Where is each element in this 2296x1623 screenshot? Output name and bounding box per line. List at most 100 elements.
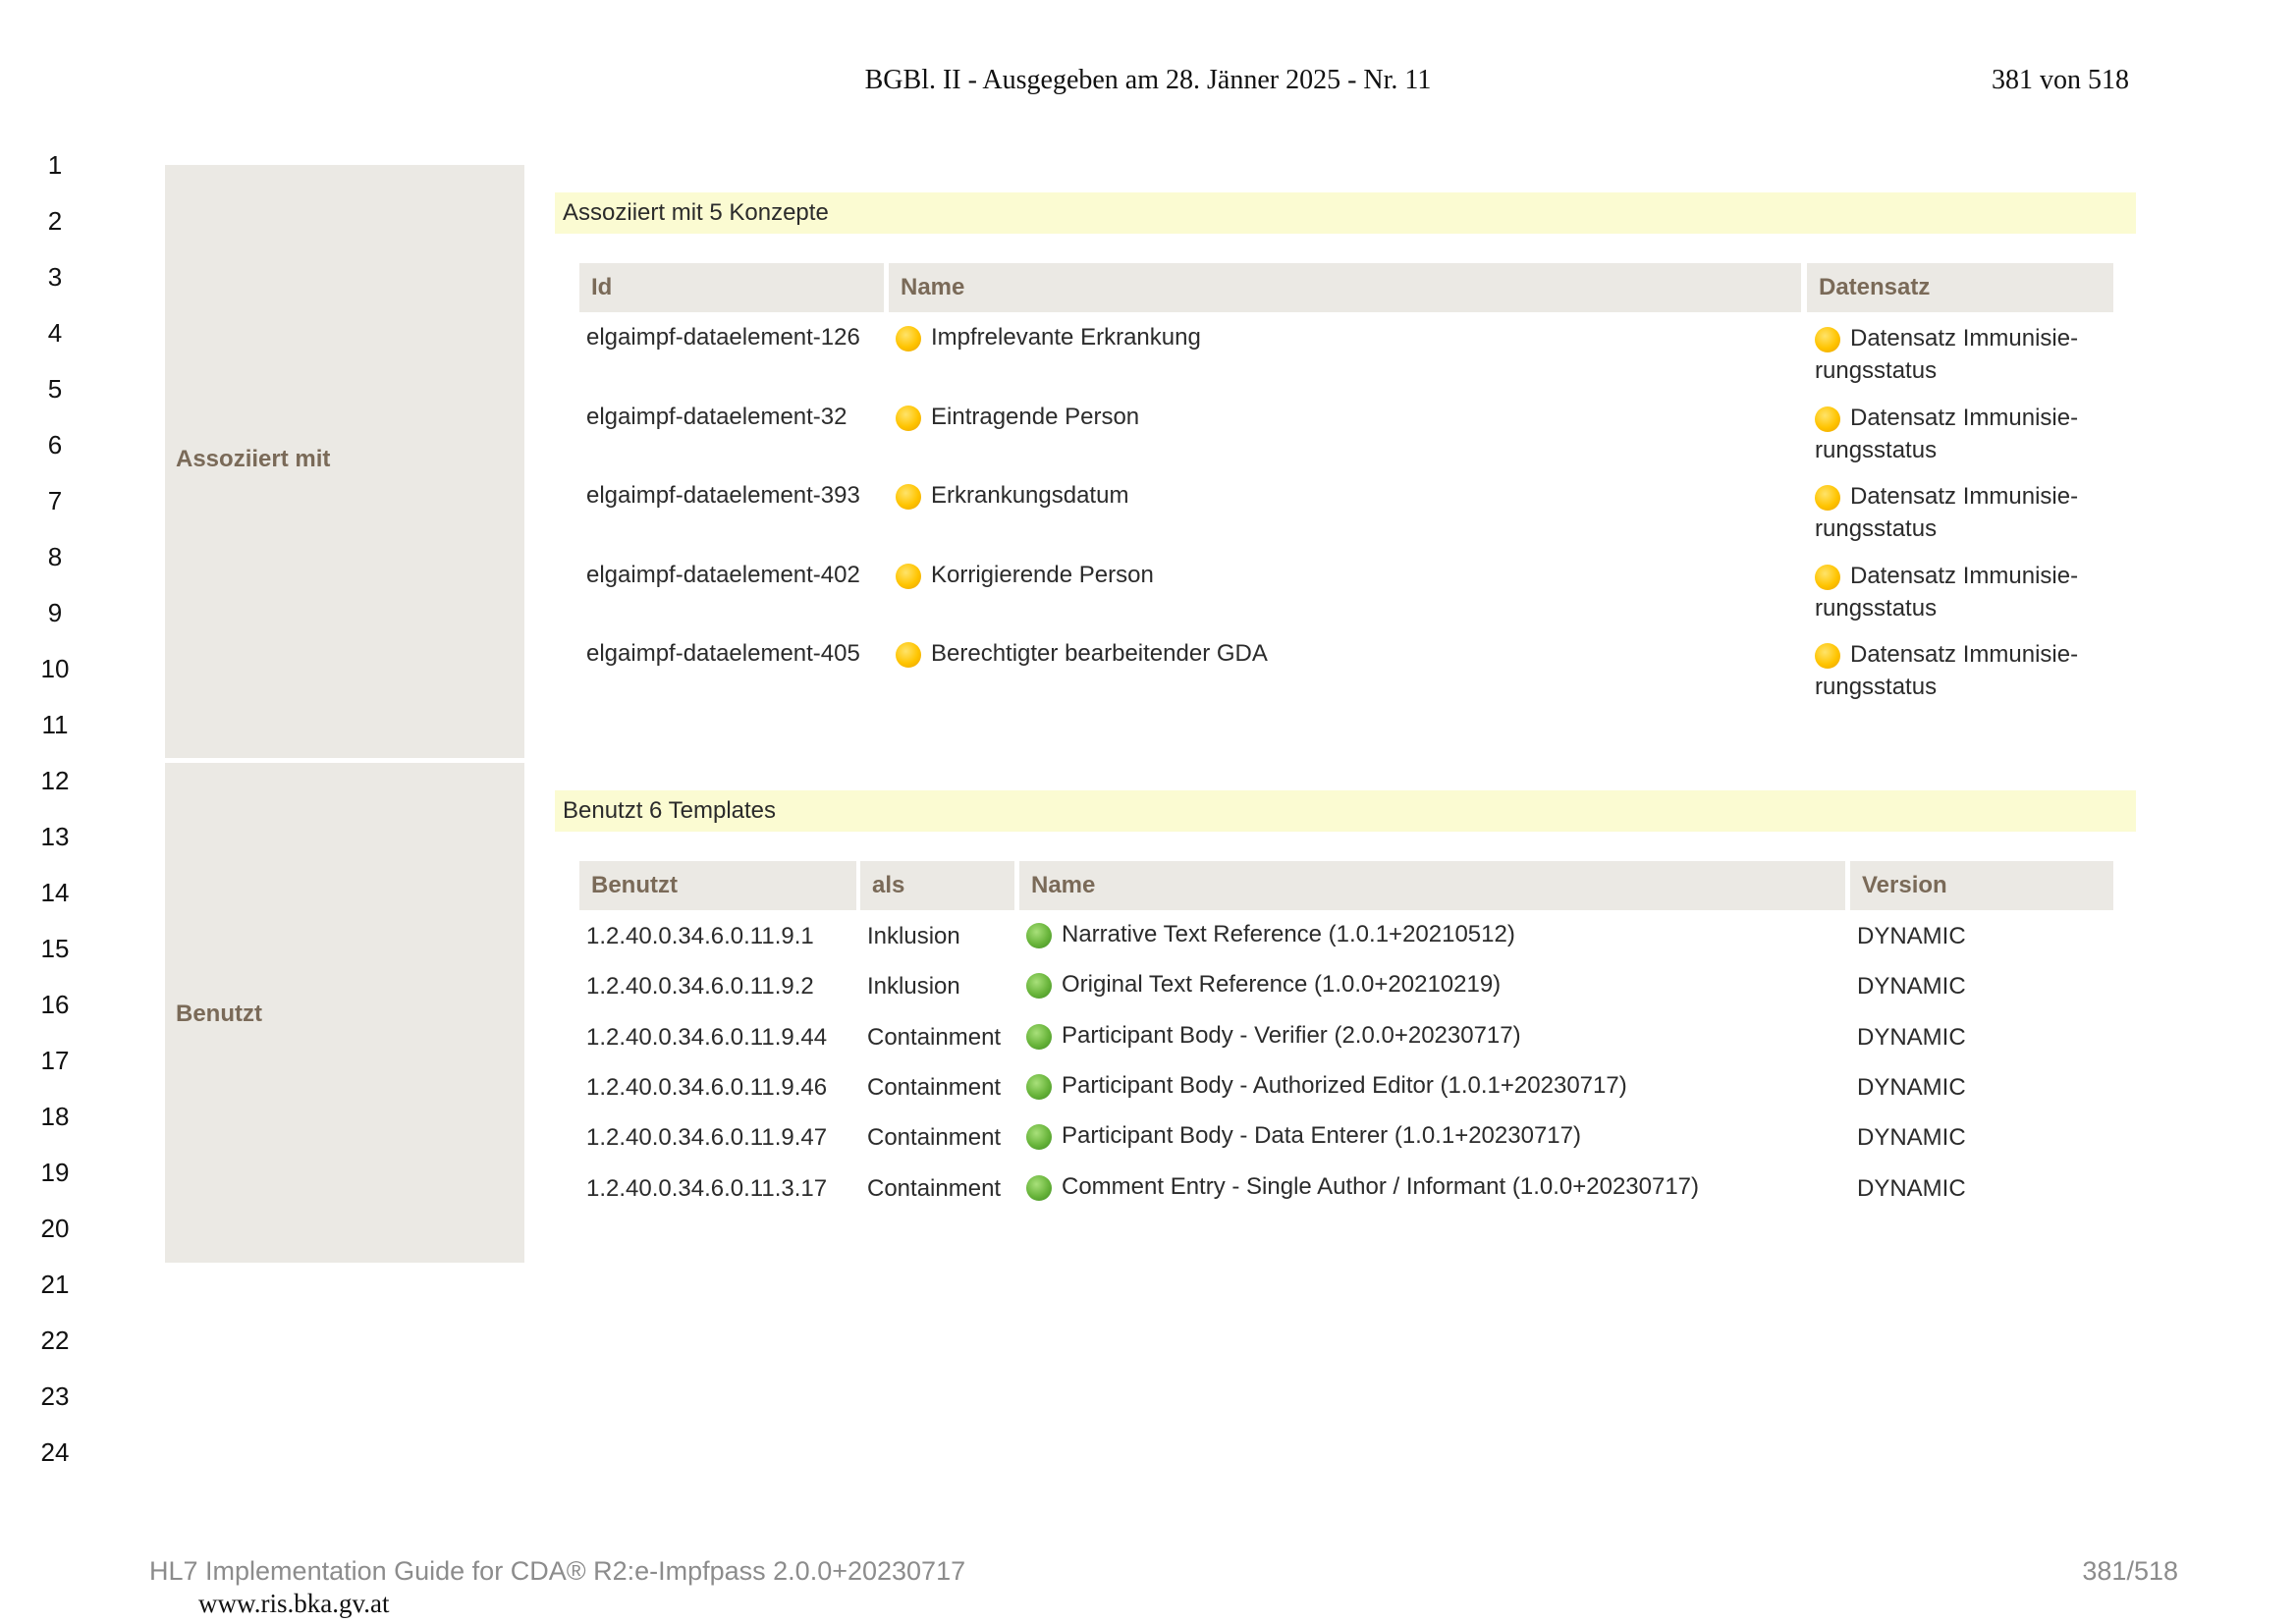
concept-name-link[interactable]: Korrigierende Person xyxy=(896,562,1154,589)
concept-name: Berechtigter bearbeitender GDA xyxy=(931,640,1268,667)
datensatz-link[interactable]: Datensatz Immunisie-rungsstatus xyxy=(1815,560,2078,624)
concept-name-link[interactable]: Impfrelevante Erkrankung xyxy=(896,324,1201,352)
yellow-dot-icon xyxy=(1815,485,1840,511)
line-number: 5 xyxy=(47,374,63,404)
concept-name: Eintragende Person xyxy=(931,403,1140,430)
column-header-id: Id xyxy=(579,263,884,312)
template-name: Comment Entry - Single Author / Informan… xyxy=(1062,1172,1700,1200)
assoziiert-side-label: Assoziiert mit xyxy=(176,446,331,472)
line-number: 6 xyxy=(47,430,63,460)
template-name-link[interactable]: Participant Body - Authorized Editor (1.… xyxy=(1026,1072,1627,1100)
template-name-link[interactable]: Comment Entry - Single Author / Informan… xyxy=(1026,1173,1699,1201)
concept-id: elgaimpf-dataelement-126 xyxy=(586,324,860,351)
datensatz-name-line1: Datensatz Immunisie- xyxy=(1850,641,2079,668)
datensatz-link[interactable]: Datensatz Immunisie-rungsstatus xyxy=(1815,322,2078,387)
line-number: 2 xyxy=(47,206,63,236)
template-name-link[interactable]: Original Text Reference (1.0.0+20210219) xyxy=(1026,971,1502,1000)
concept-id: elgaimpf-dataelement-32 xyxy=(586,403,847,430)
benutzt-caption: Benutzt 6 Templates xyxy=(555,790,2136,832)
template-version: DYNAMIC xyxy=(1857,923,1966,949)
page-header-title: BGBl. II - Ausgegeben am 28. Jänner 2025… xyxy=(864,65,1432,95)
template-name-link[interactable]: Participant Body - Verifier (2.0.0+20230… xyxy=(1026,1022,1521,1050)
template-version: DYNAMIC xyxy=(1857,1073,1966,1101)
datensatz-name-line2: rungsstatus xyxy=(1815,436,1938,463)
line-number: 23 xyxy=(40,1381,70,1411)
datensatz-name-line1: Datensatz Immunisie- xyxy=(1850,562,2079,589)
yellow-dot-icon xyxy=(896,563,921,589)
datensatz-link[interactable]: Datensatz Immunisie-rungsstatus xyxy=(1815,480,2078,545)
datensatz-name-line2: rungsstatus xyxy=(1815,594,1938,622)
concept-name-link[interactable]: Erkrankungsdatum xyxy=(896,482,1128,510)
line-number: 4 xyxy=(47,318,63,348)
yellow-dot-icon xyxy=(1815,327,1840,352)
template-oid: 1.2.40.0.34.6.0.11.9.47 xyxy=(586,1124,828,1152)
line-number: 16 xyxy=(40,990,70,1019)
template-version: DYNAMIC xyxy=(1857,1023,1966,1051)
datensatz-name-line1: Datensatz Immunisie- xyxy=(1850,483,2079,510)
benutzt-side-label: Benutzt xyxy=(176,1001,262,1027)
template-oid: 1.2.40.0.34.6.0.11.9.1 xyxy=(586,923,814,949)
column-header-als: als xyxy=(860,861,1014,910)
template-name: Original Text Reference (1.0.0+20210219) xyxy=(1062,971,1502,999)
yellow-dot-icon xyxy=(896,484,921,510)
column-header-name: Name xyxy=(1019,861,1845,910)
template-oid: 1.2.40.0.34.6.0.11.9.44 xyxy=(586,1023,828,1051)
template-version: DYNAMIC xyxy=(1857,1124,1966,1152)
template-name-link[interactable]: Participant Body - Data Enterer (1.0.1+2… xyxy=(1026,1122,1581,1151)
yellow-dot-icon xyxy=(896,642,921,668)
yellow-dot-icon xyxy=(1815,643,1840,669)
column-header-benutzt: Benutzt xyxy=(579,861,856,910)
datensatz-name-line1: Datensatz Immunisie- xyxy=(1850,325,2079,352)
assoziiert-caption: Assoziiert mit 5 Konzepte xyxy=(555,192,2136,234)
template-relation: Inklusion xyxy=(867,973,960,1001)
template-name: Narrative Text Reference (1.0.1+20210512… xyxy=(1062,921,1515,947)
footer-document-title: HL7 Implementation Guide for CDA® R2:e-I… xyxy=(149,1556,966,1586)
template-oid: 1.2.40.0.34.6.0.11.3.17 xyxy=(586,1174,828,1202)
concept-name-link[interactable]: Berechtigter bearbeitender GDA xyxy=(896,640,1268,668)
line-number: 14 xyxy=(40,878,70,907)
line-number: 3 xyxy=(47,262,63,292)
line-number: 7 xyxy=(47,486,63,515)
green-dot-icon xyxy=(1026,1073,1052,1100)
line-number: 9 xyxy=(47,598,63,627)
concept-id: elgaimpf-dataelement-405 xyxy=(586,640,860,667)
footer-page-number: 381/518 xyxy=(2082,1556,2178,1586)
line-number: 24 xyxy=(40,1437,70,1467)
column-header-datensatz: Datensatz xyxy=(1807,263,2113,312)
concept-name-link[interactable]: Eintragende Person xyxy=(896,404,1139,431)
line-number: 19 xyxy=(40,1158,70,1187)
template-name: Participant Body - Data Enterer (1.0.1+2… xyxy=(1062,1122,1581,1150)
line-number: 15 xyxy=(40,934,70,963)
template-version: DYNAMIC xyxy=(1857,1174,1966,1202)
line-number: 1 xyxy=(47,150,63,180)
assoziiert-side-box: Assoziiert mit xyxy=(165,165,524,758)
template-relation: Containment xyxy=(867,1073,1002,1101)
datensatz-link[interactable]: Datensatz Immunisie-rungsstatus xyxy=(1815,638,2078,703)
line-number: 11 xyxy=(41,710,69,739)
template-version: DYNAMIC xyxy=(1857,973,1966,1001)
concept-id: elgaimpf-dataelement-393 xyxy=(586,482,860,509)
template-name: Participant Body - Authorized Editor (1.… xyxy=(1062,1071,1627,1099)
line-number: 22 xyxy=(40,1325,70,1355)
template-relation: Inklusion xyxy=(867,923,960,949)
page-header-number: 381 von 518 xyxy=(1992,65,2129,95)
green-dot-icon xyxy=(1026,1124,1052,1151)
datensatz-name-line2: rungsstatus xyxy=(1815,515,1938,542)
concept-name: Korrigierende Person xyxy=(931,561,1154,588)
green-dot-icon xyxy=(1026,923,1052,948)
line-number: 21 xyxy=(40,1270,70,1299)
yellow-dot-icon xyxy=(1815,564,1840,590)
template-oid: 1.2.40.0.34.6.0.11.9.2 xyxy=(586,973,814,1001)
concept-id: elgaimpf-dataelement-402 xyxy=(586,561,860,588)
benutzt-side-box: Benutzt xyxy=(165,763,524,1263)
datensatz-name-line2: rungsstatus xyxy=(1815,357,1938,384)
template-relation: Containment xyxy=(867,1124,1002,1152)
line-number: 18 xyxy=(40,1102,70,1131)
datensatz-name-line1: Datensatz Immunisie- xyxy=(1850,404,2079,431)
datensatz-link[interactable]: Datensatz Immunisie-rungsstatus xyxy=(1815,402,2078,466)
yellow-dot-icon xyxy=(896,326,921,352)
line-number: 8 xyxy=(47,542,63,571)
template-name-link[interactable]: Narrative Text Reference (1.0.1+20210512… xyxy=(1026,921,1515,948)
line-number: 20 xyxy=(40,1214,70,1243)
green-dot-icon xyxy=(1026,1023,1052,1050)
